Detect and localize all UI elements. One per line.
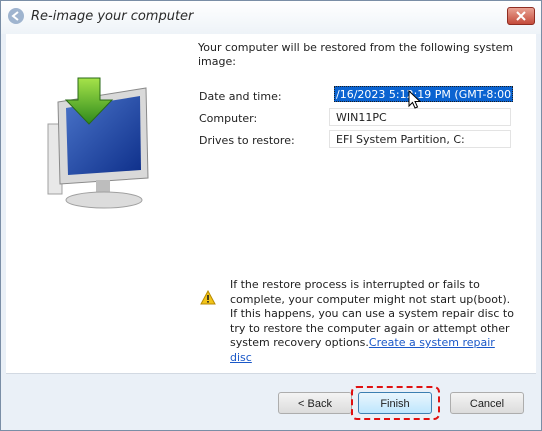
restore-intro-text: Your computer will be restored from the … (198, 41, 514, 68)
reimage-dialog: Re-image your computer Your computer wil… (0, 0, 542, 431)
computer-label: Computer: (199, 112, 258, 125)
back-arrow-icon[interactable] (8, 8, 24, 24)
warning-message: If the restore process is interrupted or… (230, 278, 520, 365)
back-button[interactable]: < Back (278, 392, 352, 414)
date-time-label: Date and time: (199, 90, 282, 103)
footer-separator (6, 373, 536, 374)
dialog-content: Your computer will be restored from the … (6, 34, 536, 373)
warning-icon (200, 290, 216, 305)
mouse-cursor-icon (408, 90, 422, 109)
close-button[interactable] (507, 7, 535, 25)
drives-label: Drives to restore: (199, 134, 295, 147)
window-title: Re-image your computer (31, 9, 194, 24)
date-time-value[interactable]: /16/2023 5:12:19 PM (GMT-8:00) (334, 86, 513, 102)
drives-value[interactable]: EFI System Partition, C: (329, 130, 511, 148)
restore-computer-icon (47, 77, 149, 209)
computer-value[interactable]: WIN11PC (329, 108, 511, 126)
cancel-button[interactable]: Cancel (450, 392, 524, 414)
finish-highlight-box (351, 386, 440, 420)
title-bar: Re-image your computer (1, 1, 541, 34)
